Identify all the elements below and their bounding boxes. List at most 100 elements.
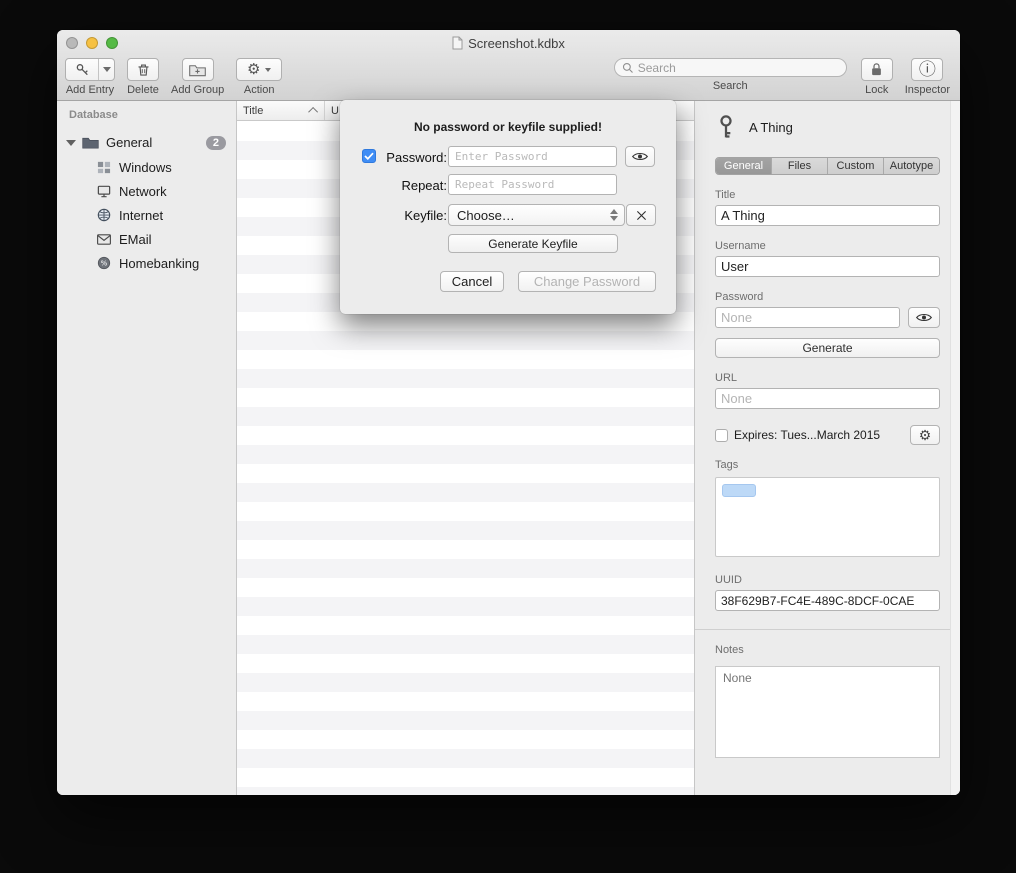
column-label: Title bbox=[243, 105, 263, 117]
dialog-keyfile-label: Keyfile: bbox=[362, 208, 447, 223]
inspector-button[interactable]: ⓘ bbox=[911, 58, 943, 81]
uuid-field[interactable] bbox=[715, 590, 940, 611]
monitor-icon bbox=[97, 185, 111, 198]
action-button[interactable]: ⚙ bbox=[236, 58, 282, 81]
entry-count-badge: 2 bbox=[206, 136, 226, 150]
sidebar-item-network[interactable]: Network bbox=[57, 179, 236, 203]
title-label: Title bbox=[715, 189, 940, 201]
tags-label: Tags bbox=[715, 459, 940, 471]
dialog-message: No password or keyfile supplied! bbox=[340, 120, 676, 134]
tab-general[interactable]: General bbox=[716, 158, 772, 174]
clear-keyfile-button[interactable] bbox=[626, 204, 656, 226]
password-label: Password bbox=[715, 291, 940, 303]
sidebar: Database General 2 Windows Network bbox=[57, 101, 237, 795]
title-field[interactable] bbox=[715, 205, 940, 226]
add-entry-button[interactable] bbox=[65, 58, 115, 81]
tab-autotype[interactable]: Autotype bbox=[884, 158, 939, 174]
sidebar-item-general[interactable]: General 2 bbox=[57, 130, 236, 155]
uuid-label: UUID bbox=[715, 574, 940, 586]
eye-icon bbox=[916, 312, 932, 323]
lock-label: Lock bbox=[865, 84, 888, 96]
inspector-tabs: General Files Custom Autotype bbox=[715, 157, 940, 175]
titlebar[interactable]: Screenshot.kdbx bbox=[57, 30, 960, 56]
dialog-password-label: Password: bbox=[378, 150, 447, 165]
desktop: { "window": { "title": "Screenshot.kdbx"… bbox=[0, 0, 1016, 873]
coin-percent-icon: % bbox=[97, 256, 111, 270]
expires-checkbox[interactable] bbox=[715, 429, 728, 442]
notes-label: Notes bbox=[715, 644, 940, 656]
svg-text:%: % bbox=[101, 260, 108, 268]
dialog-password-input[interactable] bbox=[448, 146, 617, 167]
search-input[interactable] bbox=[638, 61, 839, 75]
toolbar-lock: Lock bbox=[861, 58, 893, 96]
notes-field[interactable] bbox=[715, 666, 940, 758]
key-icon bbox=[715, 114, 737, 140]
dropdown-stepper-icon bbox=[610, 209, 618, 221]
sidebar-item-windows[interactable]: Windows bbox=[57, 155, 236, 179]
change-password-button[interactable]: Change Password bbox=[518, 271, 656, 292]
tab-files[interactable]: Files bbox=[772, 158, 828, 174]
password-checkbox[interactable] bbox=[362, 149, 376, 163]
search-field[interactable] bbox=[614, 58, 847, 77]
window-title: Screenshot.kdbx bbox=[452, 36, 565, 51]
sidebar-item-label: Windows bbox=[119, 160, 172, 175]
add-group-button[interactable] bbox=[182, 58, 214, 81]
app-window: Screenshot.kdbx Add Entry D bbox=[57, 30, 960, 795]
tag-pill[interactable] bbox=[722, 484, 756, 497]
delete-button[interactable] bbox=[127, 58, 159, 81]
sidebar-item-internet[interactable]: Internet bbox=[57, 203, 236, 227]
dialog-repeat-label: Repeat: bbox=[362, 178, 447, 193]
password-field[interactable] bbox=[715, 307, 900, 328]
reveal-password-button[interactable] bbox=[908, 307, 940, 328]
traffic-lights bbox=[66, 37, 118, 49]
key-icon bbox=[66, 59, 99, 80]
dialog-repeat-input[interactable] bbox=[448, 174, 617, 195]
windows-icon bbox=[97, 161, 111, 174]
sidebar-item-label: Internet bbox=[119, 208, 163, 223]
inspector-label: Inspector bbox=[905, 84, 950, 96]
generate-password-button[interactable]: Generate bbox=[715, 338, 940, 358]
entry-title: A Thing bbox=[749, 120, 793, 135]
search-label: Search bbox=[713, 80, 748, 92]
keyfile-dropdown[interactable]: Choose… bbox=[448, 204, 625, 226]
inspector-scrollbar[interactable] bbox=[950, 101, 960, 795]
toolbar-search: Search bbox=[614, 58, 847, 92]
entry-header: A Thing bbox=[715, 114, 940, 140]
add-entry-label: Add Entry bbox=[66, 84, 114, 96]
folder-plus-icon bbox=[189, 63, 206, 77]
info-icon: ⓘ bbox=[919, 61, 936, 78]
generate-keyfile-button[interactable]: Generate Keyfile bbox=[448, 234, 618, 253]
window-title-text: Screenshot.kdbx bbox=[468, 36, 565, 51]
zoom-button[interactable] bbox=[106, 37, 118, 49]
tags-box[interactable] bbox=[715, 477, 940, 557]
toolbar-inspector: ⓘ Inspector bbox=[905, 58, 950, 96]
lock-button[interactable] bbox=[861, 58, 893, 81]
disclosure-triangle-icon[interactable] bbox=[66, 140, 76, 146]
close-button[interactable] bbox=[66, 37, 78, 49]
password-row bbox=[715, 307, 940, 328]
sidebar-item-label: General bbox=[106, 135, 152, 150]
toolbar-add-entry: Add Entry bbox=[65, 58, 115, 96]
trash-icon bbox=[136, 62, 151, 78]
url-field[interactable] bbox=[715, 388, 940, 409]
username-field[interactable] bbox=[715, 256, 940, 277]
search-icon bbox=[622, 62, 634, 74]
expires-settings-button[interactable]: ⚙ bbox=[910, 425, 940, 445]
minimize-button[interactable] bbox=[86, 37, 98, 49]
add-entry-dropdown[interactable] bbox=[99, 59, 114, 80]
dialog-reveal-password-button[interactable] bbox=[625, 146, 655, 167]
lock-icon bbox=[870, 62, 883, 77]
window-chrome: Screenshot.kdbx Add Entry D bbox=[57, 30, 960, 101]
envelope-icon bbox=[97, 234, 111, 245]
tab-custom[interactable]: Custom bbox=[828, 158, 884, 174]
toolbar-add-group: Add Group bbox=[171, 58, 224, 96]
add-group-label: Add Group bbox=[171, 84, 224, 96]
chevron-down-icon bbox=[265, 68, 271, 72]
column-header-title[interactable]: Title bbox=[237, 101, 325, 120]
cancel-button[interactable]: Cancel bbox=[440, 271, 504, 292]
sidebar-item-homebanking[interactable]: % Homebanking bbox=[57, 251, 236, 275]
action-label: Action bbox=[244, 84, 275, 96]
sidebar-item-label: EMail bbox=[119, 232, 152, 247]
sidebar-item-email[interactable]: EMail bbox=[57, 227, 236, 251]
close-x-icon bbox=[636, 210, 647, 221]
